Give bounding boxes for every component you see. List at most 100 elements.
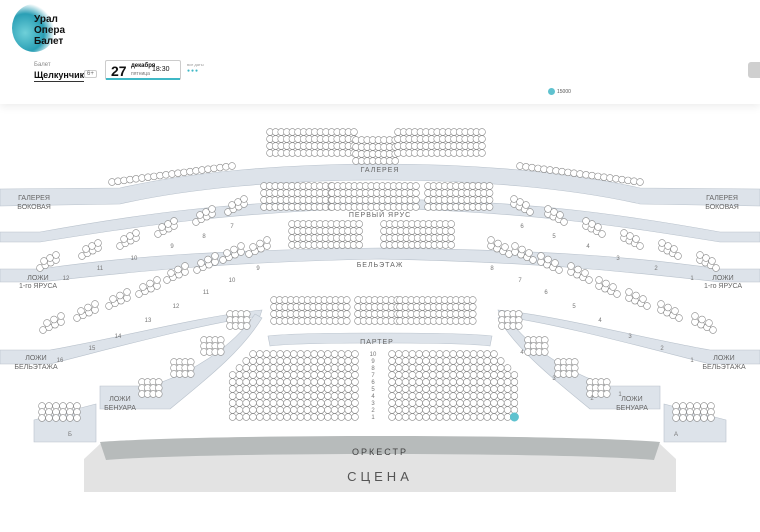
beletage-box-seat[interactable] [675,314,683,322]
parterre-seat[interactable] [449,413,457,421]
beletage-box-seat[interactable] [585,276,593,284]
parterre-seat[interactable] [337,385,346,393]
beletage-box-seat[interactable] [146,279,154,288]
parterre-seat[interactable] [442,385,451,393]
parterre-seat[interactable] [422,399,430,407]
parterre-seat[interactable] [408,371,417,379]
beletage-box-seat[interactable] [511,242,519,250]
beletage-seat[interactable] [355,241,363,249]
parterre-seat[interactable] [388,364,396,372]
parterre-seat[interactable] [442,364,451,372]
parterre-seat[interactable] [249,357,257,365]
parterre-seat[interactable] [456,357,464,365]
parterre-seat[interactable] [476,392,485,400]
first-tier-box-seat[interactable] [598,230,606,238]
first-tier-seat[interactable] [485,182,494,190]
parterre-seat[interactable] [330,350,339,358]
beletage-box-seat[interactable] [204,255,212,264]
beletage-box-seat[interactable] [123,288,131,296]
parterre-seat[interactable] [456,399,464,407]
parterre-seat[interactable] [401,364,410,372]
parterre-seat[interactable] [228,385,237,393]
parterre-seat[interactable] [395,364,403,372]
gallery-side-seat[interactable] [198,166,206,174]
parterre-seat[interactable] [283,357,291,365]
parterre-seat[interactable] [490,406,498,414]
parterre-seat[interactable] [283,399,291,407]
parterre-seat[interactable] [490,364,498,372]
parterre-seat[interactable] [442,399,451,407]
parterre-seat[interactable] [290,392,298,400]
parterre-seat[interactable] [249,371,257,379]
parterre-seat[interactable] [449,371,457,379]
parterre-seat[interactable] [310,371,318,379]
parterre-seat[interactable] [262,357,271,365]
parterre-seat[interactable] [262,413,271,421]
parterre-seat[interactable] [415,413,423,421]
parterre-seat[interactable] [415,378,423,386]
beletage-seat[interactable] [355,227,363,235]
parterre-seat[interactable] [269,364,278,372]
parterre-seat[interactable] [344,392,352,400]
parterre-seat[interactable] [476,364,485,372]
parterre-seat[interactable] [463,350,471,358]
parterre-seat[interactable] [317,357,325,365]
parterre-seat[interactable] [228,378,237,386]
parterre-seat[interactable] [337,399,346,407]
parterre-seat[interactable] [463,399,471,407]
parterre-seat[interactable] [256,364,264,372]
parterre-seat[interactable] [249,364,257,372]
parterre-seat[interactable] [235,399,244,407]
beletage-box-seat[interactable] [518,245,526,254]
parterre-seat[interactable] [429,392,437,400]
parterre-seat[interactable] [463,371,471,379]
parterre-seat[interactable] [310,378,318,386]
parterre-seat[interactable] [497,364,505,372]
gallery-side-seat[interactable] [192,167,200,175]
parterre-seat[interactable] [283,378,291,386]
parterre-seat[interactable] [395,378,403,386]
parterre-seat[interactable] [324,357,332,365]
benoir-seat[interactable] [541,348,549,356]
beletage-box-seat[interactable] [487,236,495,244]
parterre-seat[interactable] [456,364,464,372]
parterre-seat[interactable] [262,364,271,372]
beletage-box-seat[interactable] [698,315,706,324]
available-seat[interactable] [509,412,519,422]
parterre-seat[interactable] [283,413,291,421]
parterre-seat[interactable] [408,392,417,400]
parterre-seat[interactable] [228,392,237,400]
parterre-seat[interactable] [456,378,464,386]
gallery-side-seat[interactable] [144,173,152,181]
parterre-seat[interactable] [401,385,410,393]
parterre-seat[interactable] [324,371,332,379]
benoir-seat[interactable] [243,322,251,330]
parterre-seat[interactable] [276,350,284,358]
parterre-seat[interactable] [310,399,318,407]
parterre-seat[interactable] [483,406,491,414]
parterre-seat[interactable] [351,399,359,407]
parterre-seat[interactable] [429,350,437,358]
beletage-box-seat[interactable] [595,276,603,284]
parterre-seat[interactable] [429,399,437,407]
parterre-seat[interactable] [422,378,430,386]
gallery-side-seat[interactable] [612,175,620,183]
parterre-seat[interactable] [449,399,457,407]
parterre-seat[interactable] [262,385,271,393]
first-tier-seat[interactable] [485,189,494,197]
parterre-seat[interactable] [449,357,457,365]
beletage-box-seat[interactable] [581,269,589,277]
gallery-side-seat[interactable] [186,167,194,176]
parterre-seat[interactable] [242,364,250,372]
parterre-seat[interactable] [276,385,284,393]
parterre-seat[interactable] [388,350,396,358]
parterre-seat[interactable] [262,350,271,358]
parterre-seat[interactable] [490,399,498,407]
gallery-side-seat[interactable] [582,171,590,179]
date-selector[interactable]: 27 декабря пятница 18:30 [105,60,181,80]
parterre-seat[interactable] [337,350,346,358]
parterre-seat[interactable] [262,392,271,400]
parterre-seat[interactable] [290,406,298,414]
parterre-seat[interactable] [343,310,351,318]
parterre-seat[interactable] [422,350,430,358]
